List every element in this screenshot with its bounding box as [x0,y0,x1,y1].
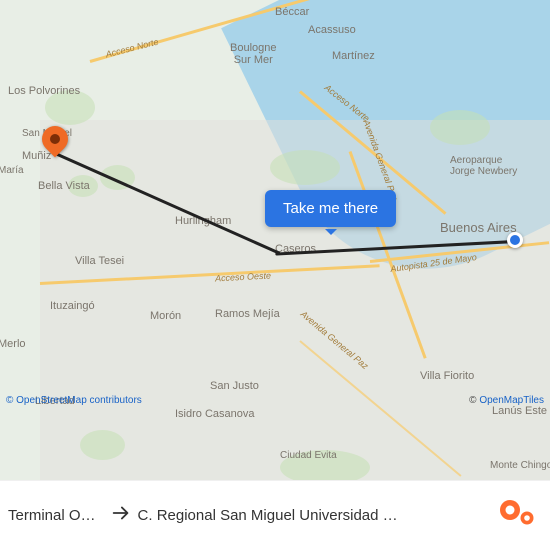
attribution-tiles: © OpenMapTiles [469,395,544,406]
attribution-osm: © OpenStreetMap contributors [6,395,142,406]
cta-label: Take me there [283,200,378,217]
pin-icon [37,121,74,158]
label-moron: Morón [150,310,181,322]
label-acassuso: Acassuso [308,24,356,36]
label-monte: Monte Chingolo [490,460,550,471]
destination-marker[interactable] [42,126,68,152]
label-lanus: Lanús Este [492,405,547,417]
osm-prefix: © [6,395,16,406]
tiles-link[interactable]: OpenMapTiles [479,395,544,406]
osm-link[interactable]: OpenStreetMap [16,395,87,406]
label-merlo: Merlo [0,338,26,350]
tiles-prefix: © [469,395,479,406]
label-villa-fiorito: Villa Fiorito [420,370,474,382]
moovit-logo[interactable] [496,498,542,533]
map-canvas[interactable]: Acceso Norte Acceso Norte Avenida Genera… [0,0,550,480]
label-maria: María [0,165,24,176]
label-los-polvorines: Los Polvorines [8,85,80,97]
label-bella-vista: Bella Vista [38,180,90,192]
label-beccar: Béccar [275,6,309,18]
route-footer: Terminal O… C. Regional San Miguel Unive… [0,480,550,550]
label-ramos-mejia: Ramos Mejía [215,308,280,320]
map-background [0,0,550,480]
label-aeroparque: Aeroparque Jorge Newbery [450,155,517,177]
origin-marker[interactable] [507,232,523,248]
map-widget: Acceso Norte Acceso Norte Avenida Genera… [0,0,550,550]
label-buenos-aires: Buenos Aires [440,220,517,235]
route-to-label[interactable]: C. Regional San Miguel Universidad … [138,507,488,524]
label-ituzaingo: Ituzaingó [50,300,95,312]
label-martinez: Martínez [332,50,375,62]
route-from-label[interactable]: Terminal O… [8,507,96,524]
take-me-there-button[interactable]: Take me there [265,190,396,227]
label-ciudad-evita: Ciudad Evita [280,450,337,461]
arrow-right-icon [110,502,132,529]
label-villa-tesei: Villa Tesei [75,255,124,267]
label-boulogne: Boulogne Sur Mer [230,42,277,66]
osm-suffix: contributors [87,395,142,406]
label-san-justo: San Justo [210,380,259,392]
label-isidro-casanova: Isidro Casanova [175,408,255,420]
